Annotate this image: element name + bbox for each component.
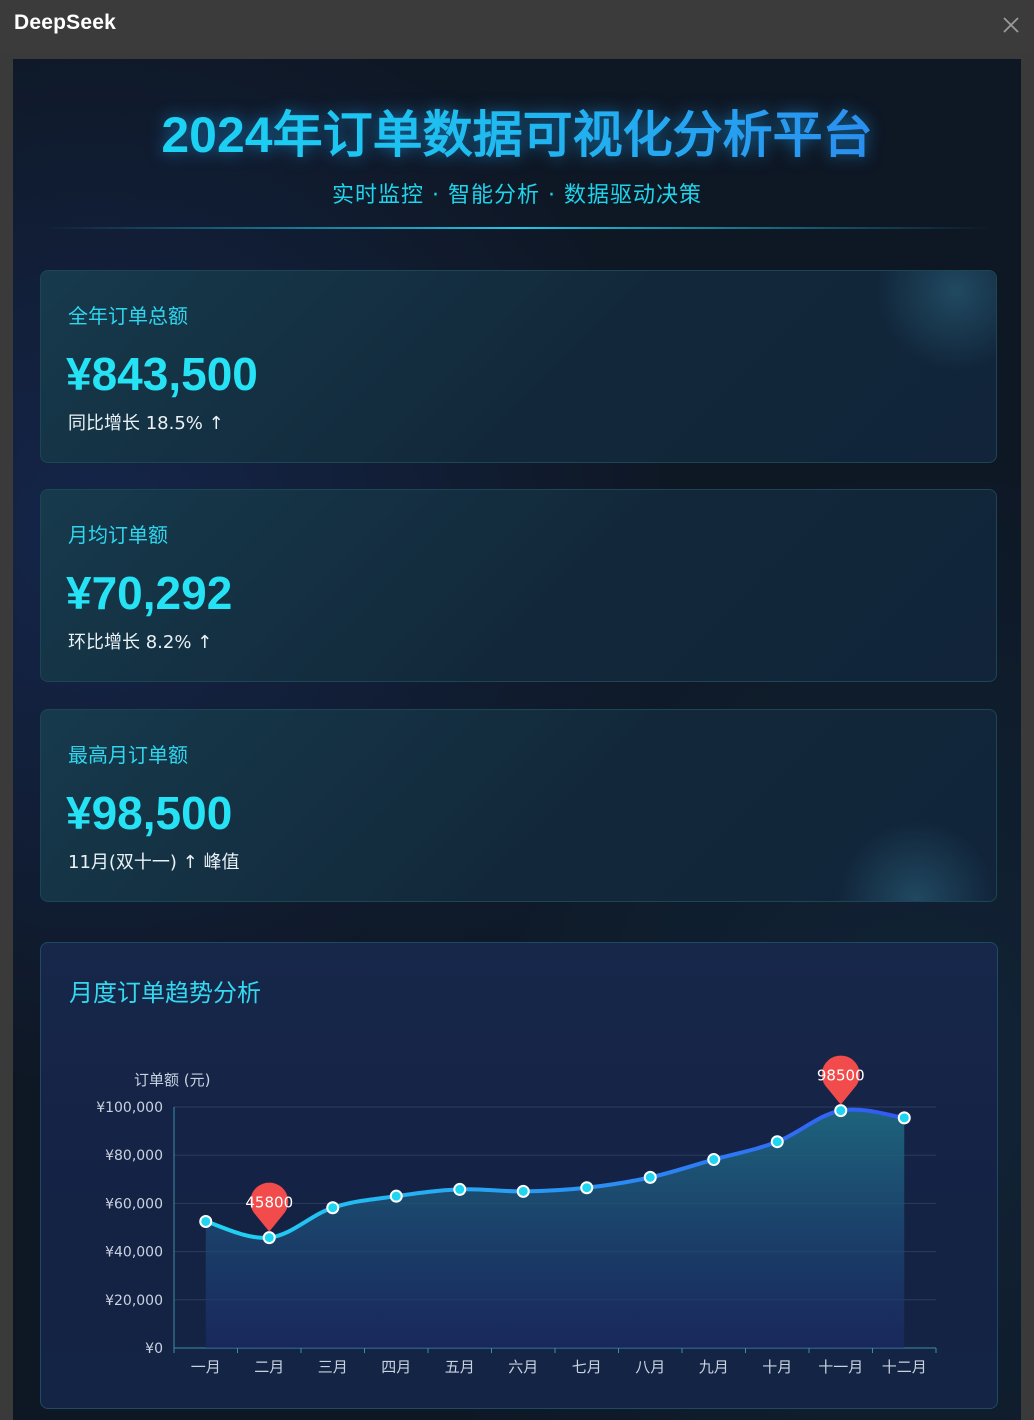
data-point	[897, 1111, 911, 1125]
x-tick-label: 七月	[572, 1358, 602, 1376]
stat-card-peak-month: 最高月订单额 ¥98,500 11月(双十一) ↑ 峰值	[40, 709, 997, 902]
data-point	[770, 1135, 784, 1149]
stat-card-value: ¥70,292	[66, 567, 233, 619]
y-axis-label: 订单额 (元)	[134, 1071, 210, 1089]
x-tick-label: 八月	[635, 1358, 665, 1376]
x-tick-label: 五月	[445, 1358, 475, 1376]
data-point	[389, 1189, 403, 1203]
stat-card-value: ¥843,500	[66, 348, 258, 400]
data-point	[580, 1181, 594, 1195]
data-point	[453, 1182, 467, 1196]
page-subtitle: 实时监控 · 智能分析 · 数据驱动决策	[332, 183, 702, 208]
stat-card-label: 全年订单总额	[68, 304, 188, 328]
series-area	[205, 1109, 905, 1348]
stat-card-monthly-average: 月均订单额 ¥70,292 环比增长 8.2% ↑	[40, 489, 997, 682]
stat-card-value: ¥98,500	[66, 787, 233, 839]
data-point	[643, 1170, 657, 1184]
x-tick-label: 九月	[699, 1358, 729, 1376]
x-tick-label: 十一月	[818, 1358, 863, 1376]
stat-card-note: 同比增长 18.5% ↑	[68, 413, 224, 434]
x-tick-label: 十二月	[882, 1358, 927, 1376]
trend-line-chart: ¥0 ¥20,000 ¥40,000 ¥60,000 ¥80,000 ¥100,000 订单…	[96, 1055, 937, 1376]
stat-card-annual-total: 全年订单总额 ¥843,500 同比增长 18.5% ↑	[40, 270, 997, 463]
marker-label: 45800	[245, 1194, 293, 1212]
title-divider	[41, 227, 993, 229]
close-icon[interactable]	[1000, 14, 1022, 36]
x-tick-label: 三月	[318, 1358, 348, 1376]
y-tick-label: ¥100,000	[96, 1100, 163, 1116]
y-tick-label: ¥20,000	[105, 1293, 163, 1309]
data-point	[199, 1214, 213, 1228]
marker-label: 98500	[817, 1067, 865, 1085]
data-point	[834, 1104, 848, 1118]
trend-chart-panel: 月度订单趋势分析 ¥0 ¥20,000 ¥40,000 ¥60,000 ¥80,000 ¥…	[40, 942, 998, 1409]
x-tick-label: 六月	[508, 1358, 538, 1376]
card-glow	[876, 271, 996, 371]
stat-card-note: 环比增长 8.2% ↑	[68, 632, 213, 653]
data-point	[326, 1201, 340, 1215]
window-titlebar: DeepSeek	[0, 0, 1034, 52]
stat-card-label: 最高月订单额	[68, 743, 188, 767]
x-tick-label: 十月	[762, 1358, 792, 1376]
y-tick-label: ¥60,000	[105, 1196, 163, 1212]
data-point	[707, 1153, 721, 1167]
x-tick-label: 一月	[191, 1358, 221, 1376]
app-title: DeepSeek	[14, 11, 116, 34]
y-tick-label: ¥40,000	[105, 1245, 163, 1261]
y-tick-label: ¥0	[145, 1341, 163, 1357]
y-tick-label: ¥80,000	[105, 1148, 163, 1164]
x-tick-label: 二月	[254, 1358, 284, 1376]
stat-card-note: 11月(双十一) ↑ 峰值	[68, 852, 240, 873]
dashboard-content: 2024年订单数据可视化分析平台 实时监控 · 智能分析 · 数据驱动决策 全年…	[13, 59, 1021, 1420]
data-point	[516, 1184, 530, 1198]
page-title: 2024年订单数据可视化分析平台	[13, 95, 1021, 167]
stat-card-label: 月均订单额	[68, 523, 168, 547]
card-glow	[836, 820, 996, 901]
data-point	[262, 1231, 276, 1245]
x-tick-label: 四月	[381, 1358, 411, 1376]
